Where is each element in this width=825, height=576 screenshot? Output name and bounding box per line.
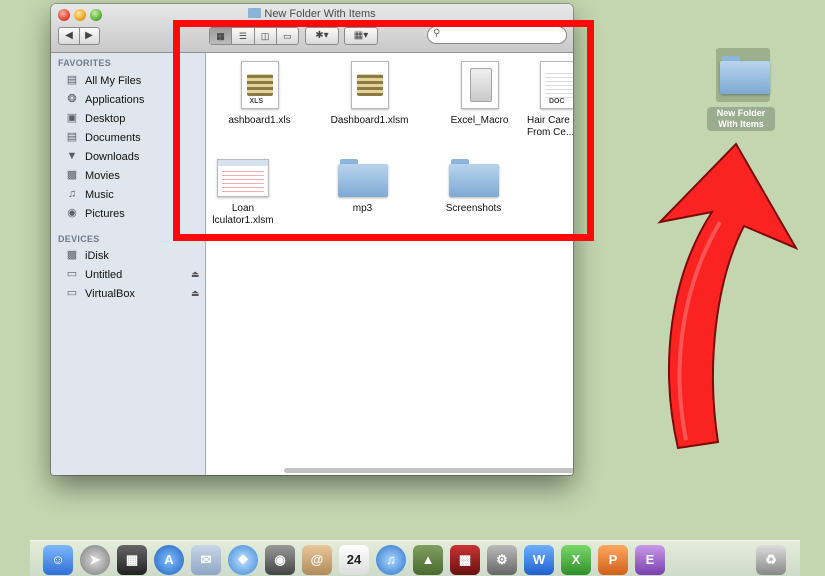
itunes-icon[interactable]: ♫ xyxy=(376,545,406,575)
system-preferences-icon[interactable]: ⚙ xyxy=(487,545,517,575)
folder-icon xyxy=(248,8,262,18)
sidebar-item-virtualbox[interactable]: ▭ VirtualBox ⏏ xyxy=(65,285,205,304)
desktop-folder[interactable] xyxy=(716,48,770,102)
iphoto-icon[interactable]: ▲ xyxy=(413,545,443,575)
folder-icon xyxy=(720,56,770,94)
word-icon[interactable]: W xyxy=(524,545,554,575)
movies-icon: ▩ xyxy=(66,169,78,181)
sidebar-item-idisk[interactable]: ▩ iDisk xyxy=(65,247,205,266)
eject-icon[interactable]: ⏏ xyxy=(191,269,200,280)
music-icon: ♫ xyxy=(67,188,77,200)
trash-icon[interactable]: ♻ xyxy=(756,545,786,575)
highlight-box xyxy=(173,20,594,241)
drive-icon: ▭ xyxy=(66,287,78,299)
entourage-icon[interactable]: E xyxy=(635,545,665,575)
back-forward-buttons[interactable]: ◀ ▶ xyxy=(58,27,100,45)
launchpad-icon[interactable]: ➤ xyxy=(80,545,110,575)
calendar-icon[interactable]: 24 xyxy=(339,545,369,575)
powerpoint-icon[interactable]: P xyxy=(598,545,628,575)
horizontal-scrollbar[interactable] xyxy=(284,468,573,473)
documents-icon: ▤ xyxy=(66,131,78,143)
devices-header: DEVICES xyxy=(58,234,100,244)
window-title: New Folder With Items xyxy=(51,8,573,20)
mail-icon[interactable]: ✉ xyxy=(191,545,221,575)
applications-icon: ❂ xyxy=(67,93,77,105)
finder-icon[interactable]: ☺ xyxy=(43,545,73,575)
red-arrow-annotation xyxy=(657,142,799,450)
disk-icon: ▩ xyxy=(66,249,78,261)
photo-booth-icon[interactable]: ▩ xyxy=(450,545,480,575)
address-book-icon[interactable]: @ xyxy=(302,545,332,575)
drive-icon: ▭ xyxy=(66,268,78,280)
sidebar-item-untitled[interactable]: ▭ Untitled ⏏ xyxy=(65,266,205,285)
downloads-icon: ▼ xyxy=(66,150,78,162)
desktop-folder-label[interactable]: New Folder With Items xyxy=(707,107,775,131)
eject-icon[interactable]: ⏏ xyxy=(191,288,200,299)
excel-icon[interactable]: X xyxy=(561,545,591,575)
files-icon: ▤ xyxy=(66,74,78,86)
safari-icon[interactable]: ❖ xyxy=(228,545,258,575)
mission-control-icon[interactable]: ▦ xyxy=(117,545,147,575)
back-button[interactable]: ◀ xyxy=(60,28,80,44)
pictures-icon: ◉ xyxy=(67,207,77,219)
forward-button[interactable]: ▶ xyxy=(80,28,99,44)
desktop-icon: ▣ xyxy=(66,112,78,124)
favorites-header: FAVORITES xyxy=(58,58,112,68)
app-store-icon[interactable]: A xyxy=(154,545,184,575)
facetime-icon[interactable]: ◉ xyxy=(265,545,295,575)
